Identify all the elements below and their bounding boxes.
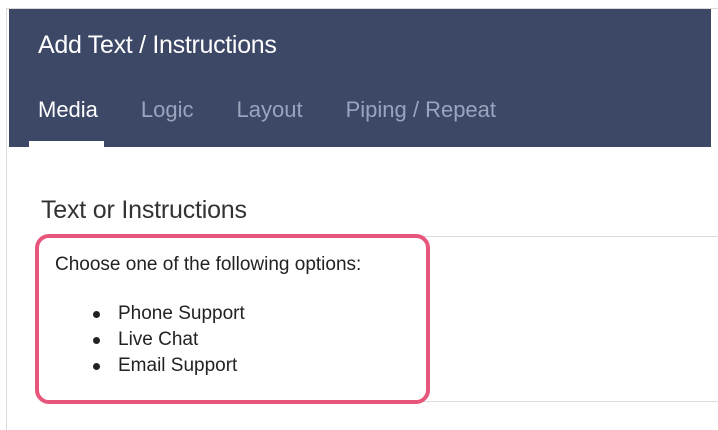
list-item: Email Support xyxy=(93,353,245,379)
tab-media[interactable]: Media xyxy=(38,97,98,123)
bullet-icon xyxy=(93,336,100,344)
active-tab-indicator xyxy=(29,141,104,147)
options-list: Phone Support Live Chat Email Support xyxy=(93,301,245,379)
option-label: Live Chat xyxy=(118,329,199,350)
tab-piping-repeat[interactable]: Piping / Repeat xyxy=(346,97,496,123)
tab-bar: Media Logic Layout Piping / Repeat xyxy=(38,97,539,123)
dialog-title: Add Text / Instructions xyxy=(38,31,277,59)
list-item: Live Chat xyxy=(93,327,245,353)
section-title: Text or Instructions xyxy=(41,196,247,224)
bullet-icon xyxy=(93,310,100,318)
list-item: Phone Support xyxy=(93,301,245,327)
dialog-header: Add Text / Instructions Media Logic Layo… xyxy=(9,9,711,147)
tab-logic[interactable]: Logic xyxy=(141,97,194,123)
option-label: Phone Support xyxy=(118,303,245,324)
option-label: Email Support xyxy=(118,355,238,376)
tab-layout[interactable]: Layout xyxy=(237,97,303,123)
instruction-text: Choose one of the following options: xyxy=(55,254,362,275)
bullet-icon xyxy=(93,362,100,370)
